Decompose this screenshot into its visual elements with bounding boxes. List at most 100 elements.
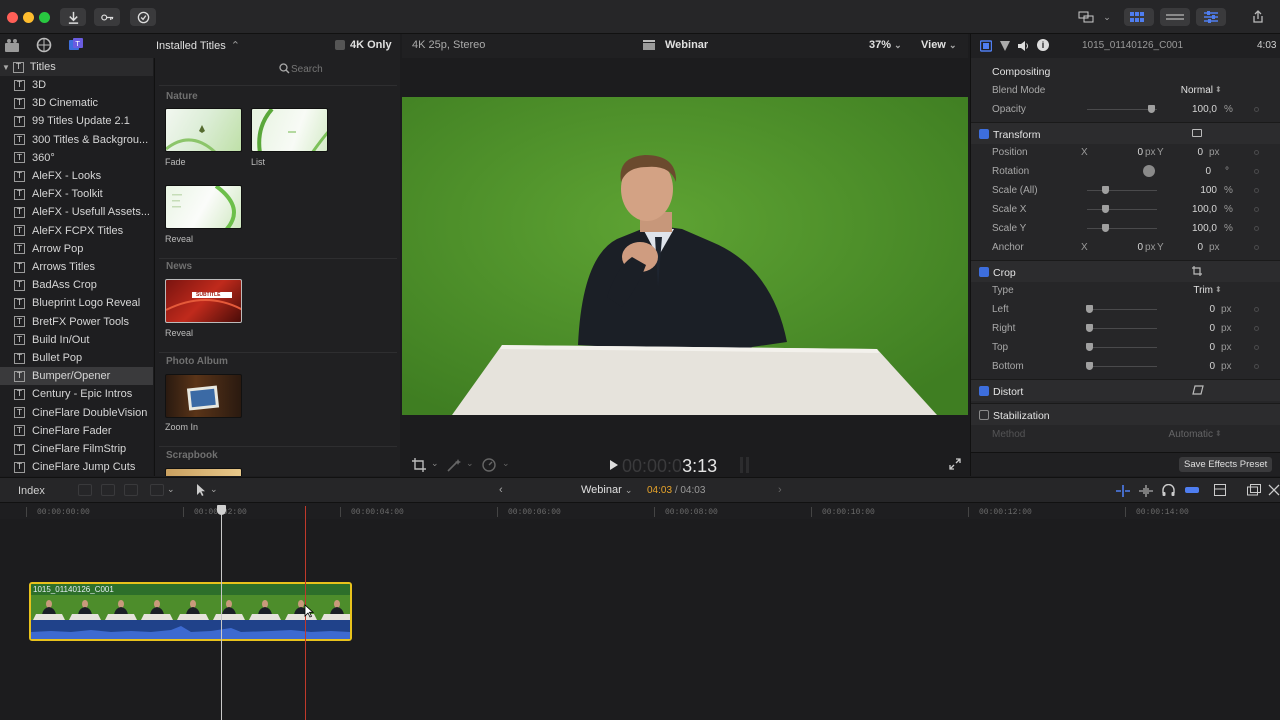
keyframe-button[interactable]: [1254, 188, 1259, 193]
view-dropdown[interactable]: View ⌄: [921, 39, 956, 51]
retime-button[interactable]: [482, 458, 496, 475]
sidebar-item[interactable]: T AleFX FCPX Titles: [0, 222, 153, 240]
transform-checkbox[interactable]: [979, 129, 989, 139]
photos-audio-icon[interactable]: [4, 38, 20, 57]
sidebar-root-titles[interactable]: ▼ T Titles: [0, 58, 153, 76]
playhead-handle[interactable]: [217, 505, 226, 515]
timeline-forward-button[interactable]: ›: [778, 484, 782, 496]
top-slider[interactable]: [1087, 347, 1157, 348]
headphones-icon[interactable]: [1162, 483, 1175, 500]
sidebar-item[interactable]: T AleFX - Looks: [0, 167, 153, 185]
stabilization-section-header[interactable]: Stabilization: [971, 403, 1280, 425]
index-button[interactable]: Index: [18, 485, 45, 497]
sidebar-item[interactable]: T Century - Epic Intros: [0, 385, 153, 403]
chevron-down-icon[interactable]: ⌄: [431, 458, 439, 469]
opacity-value[interactable]: 100,0: [1192, 104, 1217, 115]
crop-right-value[interactable]: 0: [1209, 323, 1215, 334]
audio-skimming-icon[interactable]: [1139, 485, 1153, 500]
thumb-zoom-in[interactable]: [165, 374, 242, 418]
chevron-down-icon[interactable]: ⌄: [167, 484, 175, 495]
append-clip-icon[interactable]: [124, 484, 138, 496]
keyframe-button[interactable]: [1254, 364, 1259, 369]
select-tool-button[interactable]: [196, 483, 206, 500]
keyframe-button[interactable]: [1254, 245, 1259, 250]
minimize-window-button[interactable]: [23, 12, 34, 23]
keyframe-button[interactable]: [1254, 307, 1259, 312]
sidebar-item[interactable]: T Bumper/Opener: [0, 367, 153, 386]
effects-browser-icon[interactable]: [1247, 484, 1261, 499]
overwrite-clip-icon[interactable]: [150, 484, 164, 496]
zoom-window-button[interactable]: [39, 12, 50, 23]
transform-onscreen-icon[interactable]: [1192, 129, 1202, 137]
video-frame[interactable]: [402, 97, 968, 415]
enhance-tool-button[interactable]: [447, 458, 461, 475]
info-inspector-icon[interactable]: i: [1037, 39, 1049, 51]
scale-x-slider[interactable]: [1087, 209, 1157, 210]
blend-mode-popup[interactable]: Normal: [1181, 85, 1213, 96]
sidebar-item[interactable]: T 3D Cinematic: [0, 94, 153, 112]
anchor-x-value[interactable]: 0: [1137, 242, 1143, 253]
thumb-reveal-nature[interactable]: [165, 185, 242, 229]
connect-clip-icon[interactable]: [78, 484, 92, 496]
thumb-scrapbook[interactable]: [165, 468, 242, 476]
show-timeline-button[interactable]: [1160, 8, 1190, 26]
keyframe-button[interactable]: [1254, 150, 1259, 155]
bottom-slider-knob[interactable]: [1086, 362, 1093, 370]
position-y-value[interactable]: 0: [1197, 147, 1203, 158]
transform-tool-button[interactable]: [412, 458, 426, 475]
sidebar-item[interactable]: T 300 Titles & Backgrou...: [0, 131, 153, 149]
scale-all-value[interactable]: 100: [1200, 185, 1217, 196]
timeline-back-button[interactable]: ‹: [499, 484, 503, 496]
scale-y-slider[interactable]: [1087, 228, 1157, 229]
distort-checkbox[interactable]: [979, 386, 989, 396]
keyframe-button[interactable]: [1254, 326, 1259, 331]
keyframe-button[interactable]: [1254, 226, 1259, 231]
sidebar-item[interactable]: T CineFlare DoubleVision: [0, 404, 153, 422]
bottom-slider[interactable]: [1087, 366, 1157, 367]
keyframe-button[interactable]: [1254, 345, 1259, 350]
timeline-project-dropdown[interactable]: Webinar ⌄: [581, 484, 632, 496]
sidebar-item[interactable]: T Build In/Out: [0, 331, 153, 349]
thumb-reveal-news[interactable]: SUBTITLE: [165, 279, 242, 323]
scale-all-slider-knob[interactable]: [1102, 186, 1109, 194]
anchor-y-value[interactable]: 0: [1197, 242, 1203, 253]
sidebar-item[interactable]: T CineFlare Fader: [0, 422, 153, 440]
video-inspector-icon[interactable]: [979, 40, 993, 55]
rotation-dial[interactable]: [1143, 165, 1155, 177]
save-effects-preset-button[interactable]: Save Effects Preset: [1179, 457, 1273, 472]
scale-x-value[interactable]: 100,0: [1192, 204, 1217, 215]
sidebar-item[interactable]: T Blueprint Logo Reveal: [0, 294, 153, 312]
timeline-ruler[interactable]: 00:00:00:0000:00:02:0000:00:04:0000:00:0…: [0, 503, 1280, 519]
color-inspector-icon[interactable]: [999, 40, 1011, 55]
audio-inspector-icon[interactable]: [1017, 40, 1029, 55]
scale-y-slider-knob[interactable]: [1102, 224, 1109, 232]
sidebar-item[interactable]: T AleFX - Usefull Assets...: [0, 203, 153, 221]
thumb-list[interactable]: [251, 108, 328, 152]
sidebar-item[interactable]: T 99 Titles Update 2.1: [0, 112, 153, 130]
workspace-icon[interactable]: [1076, 8, 1096, 26]
crop-onscreen-icon[interactable]: [1192, 266, 1202, 279]
4k-only-checkbox[interactable]: [335, 40, 345, 50]
opacity-slider-knob[interactable]: [1148, 105, 1155, 113]
sidebar-item[interactable]: T CineFlare FilmStrip: [0, 440, 153, 458]
insert-clip-icon[interactable]: [101, 484, 115, 496]
media-effects-icon[interactable]: [36, 37, 52, 56]
show-browser-button[interactable]: [1124, 8, 1154, 26]
fullscreen-button[interactable]: [949, 458, 961, 473]
sidebar-item[interactable]: T CineFlare Jump Cuts: [0, 458, 153, 476]
right-slider-knob[interactable]: [1086, 324, 1093, 332]
left-slider[interactable]: [1087, 309, 1157, 310]
scale-x-slider-knob[interactable]: [1102, 205, 1109, 213]
scale-all-slider[interactable]: [1087, 190, 1157, 191]
skimming-icon[interactable]: [1116, 485, 1130, 500]
crop-type-popup[interactable]: Trim: [1193, 285, 1213, 296]
chevron-down-icon[interactable]: ⌄: [466, 458, 474, 469]
left-slider-knob[interactable]: [1086, 305, 1093, 313]
stabilization-checkbox[interactable]: [979, 410, 989, 420]
search-input[interactable]: [291, 61, 391, 77]
playhead[interactable]: [221, 506, 222, 720]
opacity-slider[interactable]: [1087, 109, 1157, 110]
show-inspector-button[interactable]: [1196, 8, 1226, 26]
thumb-fade[interactable]: [165, 108, 242, 152]
sidebar-item[interactable]: T Arrow Pop: [0, 240, 153, 258]
